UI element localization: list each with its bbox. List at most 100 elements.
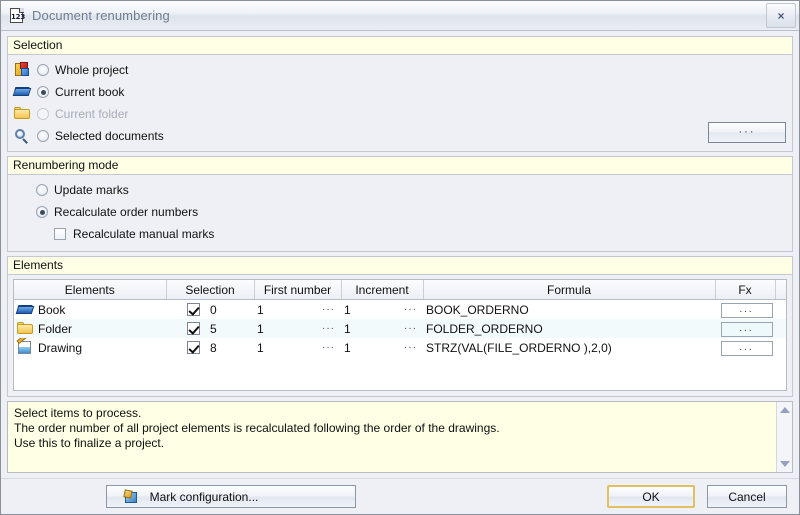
cell-fx: ...: [715, 338, 775, 357]
checkbox-row-recalculate-manual-marks[interactable]: Recalculate manual marks: [36, 223, 786, 245]
radio-selected-documents[interactable]: [37, 130, 49, 142]
project-icon: [14, 62, 32, 78]
cell-spacer: [775, 300, 786, 320]
fx-button-folder[interactable]: ...: [720, 321, 773, 337]
close-icon[interactable]: ×: [766, 3, 796, 28]
cell-formula[interactable]: FOLDER_ORDERNO: [423, 319, 715, 338]
fx-button-drawing[interactable]: ...: [720, 340, 773, 356]
increment-ellipsis-icon[interactable]: ···: [404, 304, 417, 315]
row-increment-book: 1: [344, 302, 351, 317]
cell-increment[interactable]: 1 ···: [341, 319, 423, 338]
row-checkbox-drawing[interactable]: [187, 341, 200, 354]
cell-element-name: Drawing: [14, 338, 166, 357]
folder-icon: [14, 106, 32, 122]
description-scrollbar[interactable]: [776, 402, 792, 472]
cancel-button[interactable]: Cancel: [707, 485, 787, 508]
cell-formula[interactable]: STRZ(VAL(FILE_ORDERNO ),2,0): [423, 338, 715, 357]
row-first-number-drawing: 1: [257, 340, 264, 355]
cell-selection[interactable]: 0: [166, 300, 254, 320]
description-box[interactable]: Select items to process. The order numbe…: [7, 401, 793, 473]
radio-whole-project[interactable]: [37, 64, 49, 76]
renumbering-mode-group-body: Update marks Recalculate order numbers R…: [8, 175, 792, 251]
selection-group-body: Whole project Current book Current folde…: [8, 55, 792, 151]
column-header-increment[interactable]: Increment: [341, 280, 424, 300]
row-selection-value-folder: 5: [210, 321, 217, 336]
column-header-elements[interactable]: Elements: [14, 280, 167, 300]
mark-configuration-icon: [122, 488, 139, 504]
radio-update-marks[interactable]: [36, 184, 48, 196]
book-icon: [15, 302, 35, 317]
cell-first-number[interactable]: 1 ···: [254, 300, 341, 320]
radio-current-folder: [37, 108, 49, 120]
increment-ellipsis-icon[interactable]: ···: [404, 342, 417, 353]
radio-recalculate-order-numbers[interactable]: [36, 206, 48, 218]
radio-row-update-marks[interactable]: Update marks: [36, 179, 786, 201]
mark-configuration-button[interactable]: Mark configuration...: [106, 485, 356, 508]
row-first-number-folder: 1: [257, 321, 264, 336]
radio-row-recalculate-order-numbers[interactable]: Recalculate order numbers: [36, 201, 786, 223]
checkbox-recalculate-manual-marks[interactable]: [54, 228, 66, 240]
cell-first-number[interactable]: 1 ···: [254, 319, 341, 338]
elements-group-body: Elements Selection First number Incremen…: [8, 275, 792, 396]
radio-label-selected-documents: Selected documents: [55, 129, 164, 143]
cell-formula[interactable]: BOOK_ORDERNO: [423, 300, 715, 320]
folder-icon: [17, 321, 33, 336]
footer: Mark configuration... OK Cancel: [1, 478, 799, 514]
scroll-down-icon[interactable]: [780, 461, 790, 467]
radio-label-current-folder: Current folder: [55, 107, 129, 121]
scroll-up-icon[interactable]: [780, 407, 790, 413]
column-header-fx[interactable]: Fx: [715, 280, 776, 300]
row-checkbox-book[interactable]: [187, 303, 200, 316]
table-row[interactable]: Drawing 8 1 ··· 1 ··· STRZ(VAL(FILE_ORDE…: [14, 338, 786, 357]
radio-row-selected-documents[interactable]: Selected documents: [14, 125, 786, 147]
dialog-body: Selection Whole project Current book Cur…: [1, 31, 799, 397]
column-header-formula[interactable]: Formula: [423, 280, 716, 300]
cell-spacer: [775, 319, 786, 338]
increment-ellipsis-icon[interactable]: ···: [404, 323, 417, 334]
cell-element-name: Book: [14, 300, 166, 320]
table-row[interactable]: Book 0 1 ··· 1 ··· BOOK_ORDERNO ...: [14, 300, 786, 320]
elements-table[interactable]: Elements Selection First number Incremen…: [13, 279, 787, 391]
selection-group: Selection Whole project Current book Cur…: [7, 36, 793, 152]
first-number-ellipsis-icon[interactable]: ···: [322, 323, 335, 334]
radio-current-book[interactable]: [37, 86, 49, 98]
document-renumbering-dialog: 123 Document renumbering × Selection Who…: [0, 0, 800, 515]
column-header-spacer: [775, 280, 786, 300]
search-icon: [14, 128, 32, 144]
cell-spacer: [775, 338, 786, 357]
drawing-icon: [16, 338, 33, 355]
description-line-3: Use this to finalize a project.: [14, 436, 165, 450]
first-number-ellipsis-icon[interactable]: ···: [322, 342, 335, 353]
first-number-ellipsis-icon[interactable]: ···: [322, 304, 335, 315]
description-line-1: Select items to process.: [14, 406, 142, 420]
row-label-folder: Folder: [38, 321, 73, 336]
radio-row-whole-project[interactable]: Whole project: [14, 59, 786, 81]
elements-group: Elements Elements Selection First number…: [7, 256, 793, 397]
table-row[interactable]: Folder 5 1 ··· 1 ··· FOLDER_ORDERNO ...: [14, 319, 786, 338]
cell-first-number[interactable]: 1 ···: [254, 338, 341, 357]
cell-selection[interactable]: 5: [166, 319, 254, 338]
cell-increment[interactable]: 1 ···: [341, 300, 423, 320]
selection-browse-button[interactable]: ···: [708, 122, 786, 143]
titlebar: 123 Document renumbering ×: [1, 1, 799, 31]
cell-fx: ...: [715, 319, 775, 338]
column-header-selection[interactable]: Selection: [166, 280, 255, 300]
fx-button-book[interactable]: ...: [720, 302, 773, 318]
radio-label-current-book: Current book: [55, 85, 125, 99]
ok-button[interactable]: OK: [607, 485, 695, 508]
row-checkbox-folder[interactable]: [187, 322, 200, 335]
elements-group-header: Elements: [8, 257, 792, 275]
mark-configuration-label: Mark configuration...: [149, 489, 259, 504]
cell-selection[interactable]: 8: [166, 338, 254, 357]
radio-label-recalculate-order-numbers: Recalculate order numbers: [54, 205, 199, 219]
radio-row-current-book[interactable]: Current book: [12, 81, 786, 103]
book-icon: [12, 84, 32, 100]
cell-increment[interactable]: 1 ···: [341, 338, 423, 357]
description-line-2: The order number of all project elements…: [14, 421, 500, 435]
row-first-number-book: 1: [257, 302, 264, 317]
cell-fx: ...: [715, 300, 775, 320]
column-header-first-number[interactable]: First number: [254, 280, 342, 300]
window-title: Document renumbering: [32, 8, 170, 23]
checkbox-label-recalculate-manual-marks: Recalculate manual marks: [73, 227, 215, 241]
radio-row-current-folder: Current folder: [14, 103, 786, 125]
